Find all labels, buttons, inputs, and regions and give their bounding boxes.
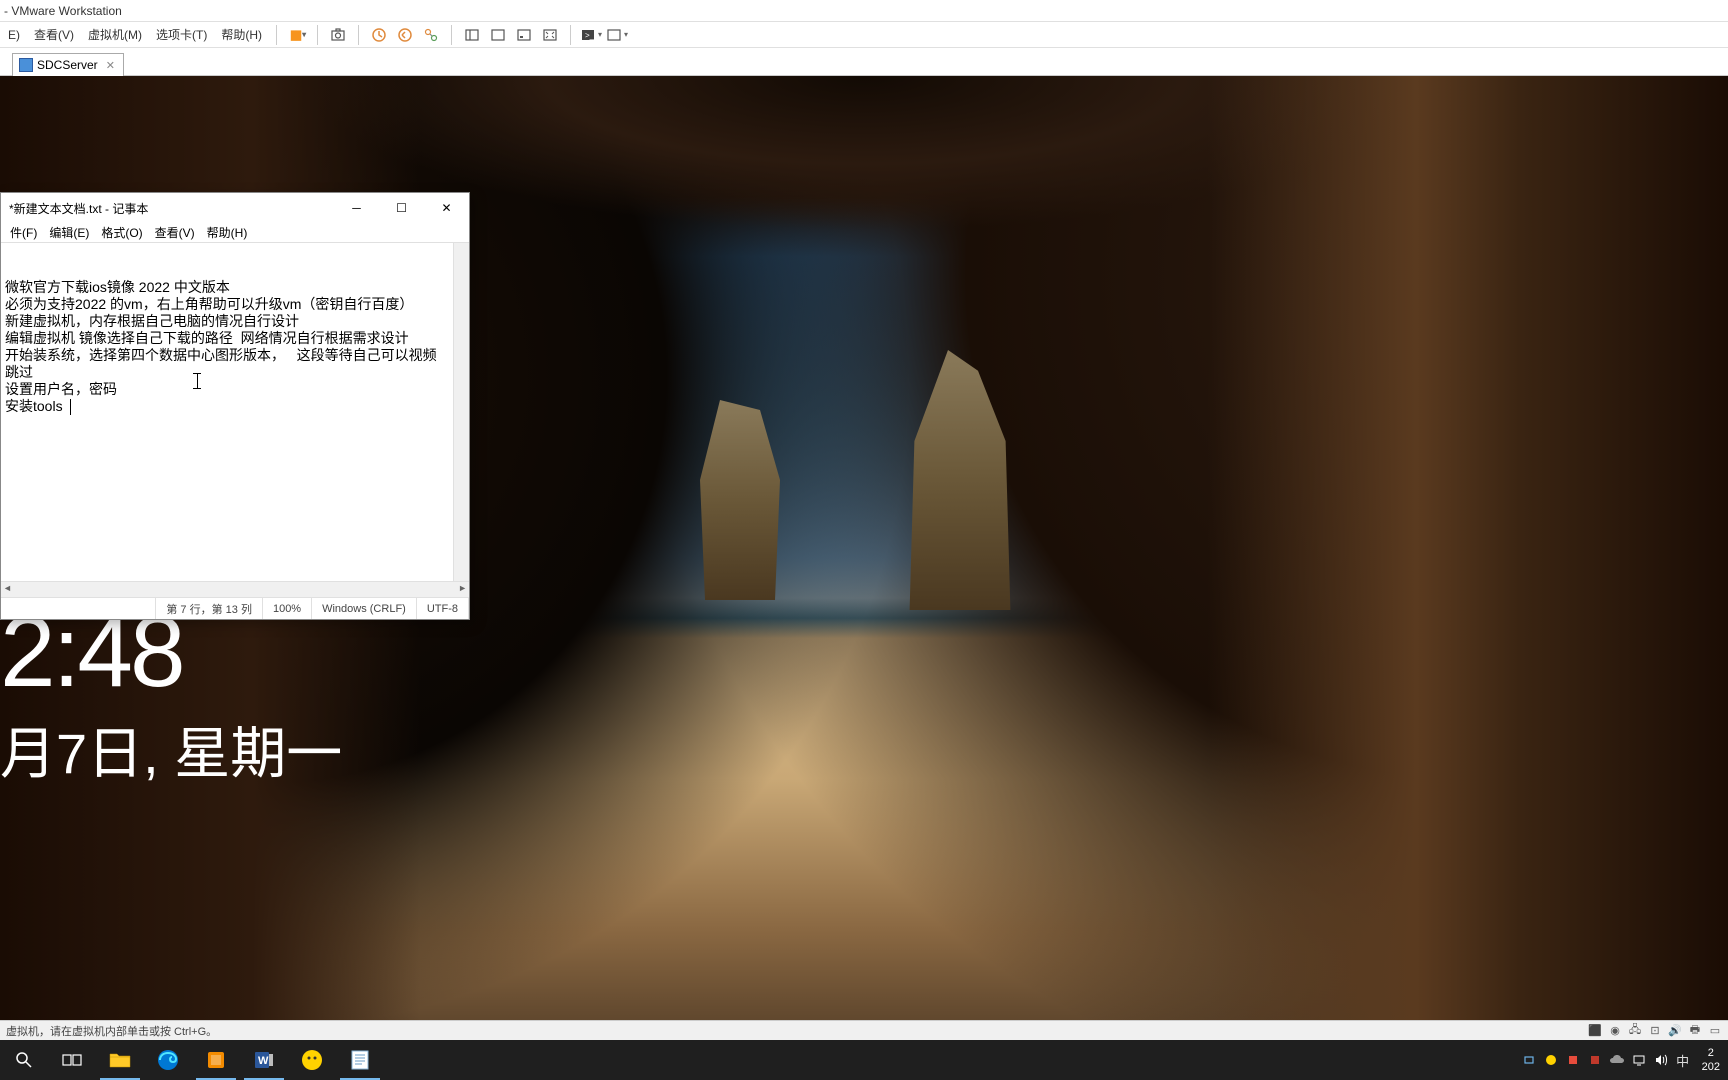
status-message: 虚拟机，请在虚拟机内部单击或按 Ctrl+G。 (6, 1023, 1588, 1039)
tray-app2-icon[interactable] (1584, 1040, 1606, 1080)
menu-help[interactable]: 帮助(H) (215, 23, 268, 46)
sound-icon[interactable]: 🔊 (1668, 1024, 1682, 1038)
vm-tab-label: SDCServer (37, 58, 98, 72)
stretch-button[interactable] (605, 23, 629, 47)
status-eol: Windows (CRLF) (312, 598, 417, 619)
vm-icon (19, 58, 33, 72)
taskbar-word[interactable]: W (240, 1040, 288, 1080)
close-button[interactable]: ✕ (424, 194, 469, 222)
taskview-button[interactable] (48, 1040, 96, 1080)
tray-ime[interactable]: 中 (1672, 1040, 1694, 1080)
np-menu-view[interactable]: 查看(V) (150, 222, 200, 243)
vm-tab-sdcserver[interactable]: SDCServer ✕ (12, 53, 124, 76)
lockscreen-date: 月7日, 星期一 (0, 709, 342, 790)
layout-split-icon[interactable] (460, 23, 484, 47)
wallpaper-cave-right (1208, 76, 1728, 1080)
snapshot-manager-icon[interactable] (419, 23, 443, 47)
tray-volume-icon[interactable] (1650, 1040, 1672, 1080)
usb-icon[interactable]: ⊡ (1648, 1024, 1662, 1038)
printer-icon[interactable]: 🖶 (1688, 1024, 1702, 1038)
taskbar-clock[interactable]: 2 202 (1694, 1046, 1728, 1074)
taskbar-notepad[interactable] (336, 1040, 384, 1080)
tray-chevron-icon[interactable] (1518, 1040, 1540, 1080)
separator (358, 25, 359, 45)
vmware-menubar: E) 查看(V) 虚拟机(M) 选项卡(T) 帮助(H) ▮▮ >_ (0, 22, 1728, 48)
pause-button[interactable]: ▮▮ (285, 23, 309, 47)
separator (276, 25, 277, 45)
layout-single-icon[interactable] (486, 23, 510, 47)
notepad-menubar: 件(F) 编辑(E) 格式(O) 查看(V) 帮助(H) (1, 223, 469, 243)
separator (451, 25, 452, 45)
fullscreen-icon[interactable] (538, 23, 562, 47)
taskbar-vmware[interactable] (192, 1040, 240, 1080)
device-icons: ⬛ ◉ 🖧 ⊡ 🔊 🖶 ▭ (1588, 1024, 1722, 1038)
separator (317, 25, 318, 45)
svg-text:W: W (258, 1055, 269, 1067)
status-position: 第 7 行，第 13 列 (156, 598, 263, 619)
svg-text:>_: >_ (585, 31, 595, 40)
minimize-button[interactable]: ─ (334, 194, 379, 222)
status-encoding: UTF-8 (417, 598, 469, 619)
clock-date: 202 (1702, 1060, 1720, 1074)
np-menu-help[interactable]: 帮助(H) (202, 222, 253, 243)
notepad-statusbar: 第 7 行，第 13 列 100% Windows (CRLF) UTF-8 (1, 597, 469, 619)
taskbar-right: 中 2 202 (1518, 1040, 1728, 1080)
close-icon[interactable]: ✕ (106, 59, 115, 72)
notepad-titlebar[interactable]: *新建文本文档.txt - 记事本 ─ ☐ ✕ (1, 193, 469, 223)
harddisk-icon[interactable]: ⬛ (1588, 1024, 1602, 1038)
tray-onedrive-icon[interactable] (1606, 1040, 1628, 1080)
taskbar-left: W (0, 1040, 384, 1080)
status-zoom: 100% (263, 598, 312, 619)
np-menu-format[interactable]: 格式(O) (96, 222, 147, 243)
vmware-titlebar: - VMware Workstation (0, 0, 1728, 22)
np-menu-edit[interactable]: 编辑(E) (44, 222, 94, 243)
clock-time: 2 (1702, 1046, 1720, 1060)
menu-tabs[interactable]: 选项卡(T) (150, 23, 213, 46)
np-menu-file[interactable]: 件(F) (5, 222, 42, 243)
scrollbar-vertical[interactable] (453, 243, 469, 581)
notepad-textarea[interactable]: 微软官方下载ios镜像 2022 中文版本必须为支持2022 的vm，右上角帮助… (1, 243, 453, 581)
notepad-window[interactable]: *新建文本文档.txt - 记事本 ─ ☐ ✕ 件(F) 编辑(E) 格式(O)… (0, 192, 470, 620)
revert-icon[interactable] (393, 23, 417, 47)
taskbar-edge[interactable] (144, 1040, 192, 1080)
layout-thumbnail-icon[interactable] (512, 23, 536, 47)
menu-view[interactable]: 查看(V) (28, 23, 80, 46)
menu-vm[interactable]: 虚拟机(M) (82, 23, 148, 46)
tray-security-icon[interactable] (1562, 1040, 1584, 1080)
maximize-button[interactable]: ☐ (379, 194, 424, 222)
taskbar-explorer[interactable] (96, 1040, 144, 1080)
notepad-body: 微软官方下载ios镜像 2022 中文版本必须为支持2022 的vm，右上角帮助… (1, 243, 469, 581)
display-icon[interactable]: ▭ (1708, 1024, 1722, 1038)
text-caret-pointer (197, 373, 198, 389)
tray-network-icon[interactable] (1628, 1040, 1650, 1080)
taskbar-app-yellow[interactable] (288, 1040, 336, 1080)
snapshot-icon[interactable] (367, 23, 391, 47)
menu-edit[interactable]: E) (2, 25, 26, 45)
unity-button[interactable]: >_ (579, 23, 603, 47)
separator (570, 25, 571, 45)
vmware-tabstrip: SDCServer ✕ (0, 48, 1728, 76)
scrollbar-horizontal[interactable] (1, 581, 469, 597)
cdrom-icon[interactable]: ◉ (1608, 1024, 1622, 1038)
vmware-statusbar: 虚拟机，请在虚拟机内部单击或按 Ctrl+G。 ⬛ ◉ 🖧 ⊡ 🔊 🖶 ▭ (0, 1020, 1728, 1040)
tray-app-icon[interactable] (1540, 1040, 1562, 1080)
notepad-title-text: *新建文本文档.txt - 记事本 (9, 200, 334, 217)
network-icon[interactable]: 🖧 (1628, 1024, 1642, 1038)
snapshot-button[interactable] (326, 23, 350, 47)
vmware-title-text: - VMware Workstation (4, 4, 122, 18)
search-button[interactable] (0, 1040, 48, 1080)
windows-taskbar: W 中 2 202 (0, 1040, 1728, 1080)
status-spacer (1, 598, 156, 619)
